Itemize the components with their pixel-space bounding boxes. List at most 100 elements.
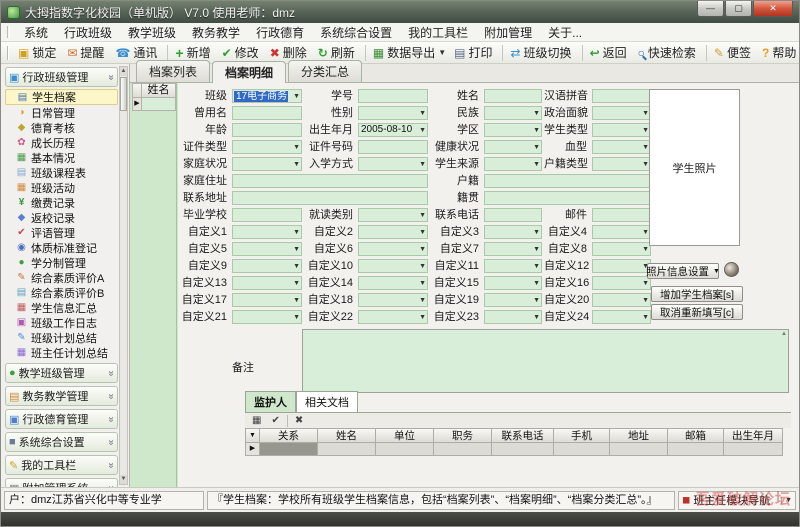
dropdown-arrow-icon[interactable]: ▼ (293, 142, 300, 153)
field-control[interactable]: ▼ (232, 106, 302, 120)
dropdown-arrow-icon[interactable]: ▼ (642, 142, 649, 153)
toolbar-button[interactable]: ▤ 打印 (450, 43, 499, 62)
field-control[interactable]: ▼ (232, 225, 302, 239)
field-control[interactable]: ▼ (232, 174, 428, 188)
toolbar-button[interactable]: ✉ 提醒 (63, 43, 111, 62)
dropdown-arrow-icon[interactable]: ▼ (642, 312, 649, 323)
field-control[interactable]: ▼ (484, 259, 542, 273)
table-column-header[interactable]: 职务 (433, 428, 491, 443)
field-control[interactable]: ▼ (484, 123, 542, 137)
dropdown-arrow-icon[interactable]: ▼ (533, 312, 540, 323)
field-control[interactable]: ▼ (592, 259, 651, 273)
field-control[interactable]: ▼ (592, 140, 651, 154)
sidebar-section[interactable]: ● 教学班级管理 » (5, 363, 118, 383)
table-column-header[interactable]: 邮箱 (667, 428, 723, 443)
record-row[interactable]: ▶ (132, 98, 176, 111)
field-control[interactable]: ▼ (592, 208, 651, 222)
dropdown-arrow-icon[interactable]: ▼ (533, 261, 540, 272)
sidebar-item[interactable]: ¥ 缴费记录 (5, 195, 118, 210)
field-control[interactable]: ▼ (358, 140, 428, 154)
remarks-textarea[interactable]: ▲ (302, 329, 789, 393)
table-column-header[interactable]: 姓名 (317, 428, 375, 443)
camera-icon[interactable] (724, 262, 739, 277)
field-control[interactable]: ▼ (592, 242, 651, 256)
dropdown-arrow-icon[interactable]: ▼ (642, 125, 649, 136)
dropdown-arrow-icon[interactable]: ▼ (533, 295, 540, 306)
insert-row-icon[interactable]: ▦ (247, 415, 266, 426)
confirm-row-icon[interactable]: ✔ (266, 415, 284, 426)
field-control[interactable]: ▼ (232, 157, 302, 171)
table-column-header[interactable]: 联系电话 (491, 428, 553, 443)
field-control[interactable]: ▼ (484, 174, 651, 188)
toolbar-button[interactable]: ⇄ 班级切换 (506, 43, 578, 62)
sidebar-item[interactable]: ◉ 体质标准登记 (5, 240, 118, 255)
sidebar-section[interactable]: ▦ 附加管理系统 » (5, 478, 118, 487)
toolbar-button[interactable]: ↩ 返回 (586, 43, 634, 62)
field-control[interactable]: ▼ (484, 157, 542, 171)
toolbar-button[interactable]: ○ 快速检索 (634, 43, 703, 62)
toolbar-button[interactable] (167, 44, 169, 61)
field-control[interactable]: ▼ (232, 242, 302, 256)
dropdown-arrow-icon[interactable]: ▼ (419, 159, 426, 170)
dropdown-arrow-icon[interactable]: ▼ (642, 108, 649, 119)
dropdown-arrow-icon[interactable]: ▼ (533, 244, 540, 255)
field-control[interactable]: ▼ (592, 157, 651, 171)
field-control[interactable]: ▼ (484, 208, 542, 222)
field-control[interactable]: ▼ (484, 140, 542, 154)
field-control[interactable]: ▼ (358, 89, 428, 103)
tab[interactable]: 分类汇总 (288, 60, 363, 82)
field-control[interactable]: ▼ (232, 191, 428, 205)
menu-item[interactable]: 关于... (540, 22, 590, 43)
sidebar-item[interactable]: ▦ 班主任计划总结 (5, 345, 118, 360)
sidebar-item[interactable]: ▣ 班级工作日志 (5, 315, 118, 330)
menu-item[interactable]: 附加管理 (476, 22, 540, 43)
menu-item[interactable]: 我的工具栏 (400, 22, 476, 43)
dropdown-arrow-icon[interactable]: ▼ (419, 108, 426, 119)
field-control[interactable]: ▼ (358, 225, 428, 239)
dropdown-arrow-icon[interactable]: ▼ (533, 278, 540, 289)
field-control[interactable]: ▼ (358, 276, 428, 290)
field-control[interactable]: ▼ (232, 276, 302, 290)
sidebar-section[interactable]: ✎ 我的工具栏 » (5, 455, 118, 475)
toolbar-button[interactable] (364, 44, 366, 61)
dropdown-arrow-icon[interactable]: ▼ (781, 496, 792, 504)
dropdown-arrow-icon[interactable]: ▼ (642, 159, 649, 170)
scroll-up-icon[interactable]: ▲ (781, 331, 787, 337)
field-control[interactable]: ▼ (232, 208, 302, 222)
scroll-thumb[interactable] (120, 77, 127, 111)
expand-down-icon[interactable]: » (106, 370, 117, 376)
field-control[interactable]: ▼ (358, 293, 428, 307)
field-control[interactable]: ▼ (592, 89, 651, 103)
guardian-tool-button[interactable] (286, 414, 288, 427)
sidebar-item[interactable]: ▤ 班级课程表 (5, 165, 118, 180)
dropdown-arrow-icon[interactable]: ▼ (293, 159, 300, 170)
field-control[interactable]: ▼ (232, 140, 302, 154)
field-control[interactable]: ▼ (358, 310, 428, 324)
field-control[interactable]: ▼ (484, 106, 542, 120)
record-name-column-header[interactable]: 姓名 (142, 83, 176, 98)
dropdown-arrow-icon[interactable]: ▼ (533, 125, 540, 136)
dropdown-arrow-icon[interactable]: ▼ (419, 295, 426, 306)
field-control[interactable]: ▼ (484, 225, 542, 239)
dropdown-arrow-icon[interactable]: ▼ (419, 210, 426, 221)
guardian-tab[interactable]: 相关文档 (296, 391, 358, 412)
field-control[interactable]: ▼ (358, 259, 428, 273)
dropdown-arrow-icon[interactable]: ▼ (533, 159, 540, 170)
sidebar-item[interactable]: ▤ 学生档案 (5, 89, 118, 105)
field-control[interactable]: ▼ (484, 276, 542, 290)
field-control[interactable]: ▼ (484, 191, 651, 205)
dropdown-arrow-icon[interactable]: ▼ (419, 261, 426, 272)
tab[interactable]: 档案列表 (136, 60, 211, 82)
dropdown-arrow-icon[interactable]: ▼ (419, 312, 426, 323)
menu-item[interactable]: 教务教学 (184, 22, 248, 43)
tab[interactable]: 档案明细 (212, 61, 287, 83)
field-control[interactable]: ▼ (358, 208, 428, 222)
sidebar-item[interactable]: ◑ 日常管理 (5, 105, 118, 120)
dropdown-arrow-icon[interactable]: ▼ (533, 108, 540, 119)
field-control[interactable]: ▼ (484, 89, 542, 103)
dropdown-arrow-icon[interactable]: ▼ (419, 125, 426, 136)
field-control[interactable]: ▼ (592, 276, 651, 290)
toolbar-button[interactable]: ✎ 便签 (710, 43, 758, 62)
field-control[interactable]: 17电子商务 ▼ (232, 89, 302, 103)
dropdown-arrow-icon[interactable]: ▼ (419, 278, 426, 289)
